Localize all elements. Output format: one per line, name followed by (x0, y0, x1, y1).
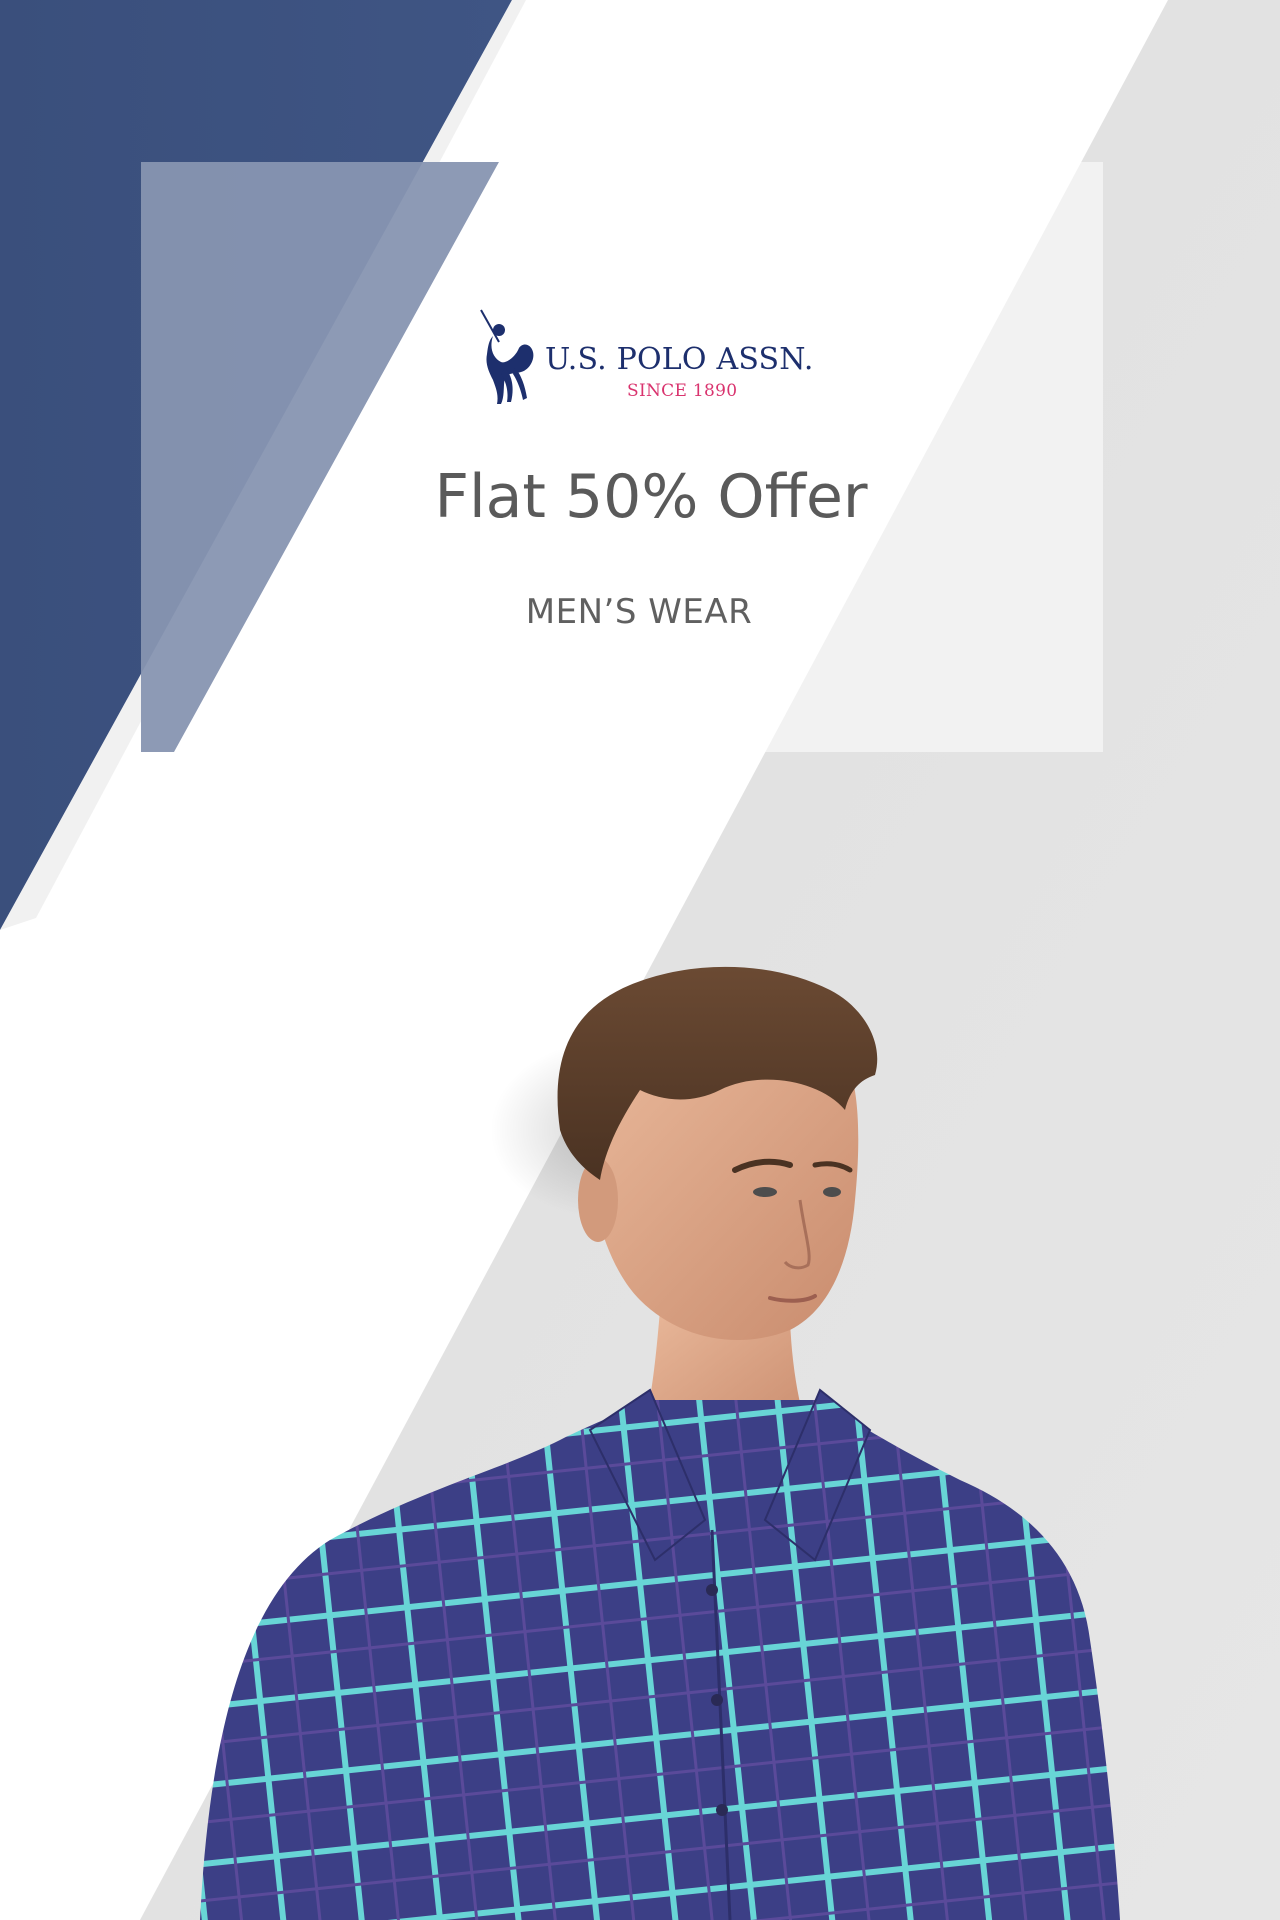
promo-banner: U.S. POLO ASSN. SINCE 1890 Flat 50% Offe… (0, 0, 1280, 1920)
model-photo (200, 966, 1120, 1920)
brand-since: SINCE 1890 (627, 381, 738, 401)
offer-headline: Flat 50% Offer (434, 462, 868, 532)
brand-logo: U.S. POLO ASSN. SINCE 1890 (475, 308, 835, 408)
polo-player-icon (480, 309, 534, 404)
brand-name: U.S. POLO ASSN. (545, 342, 814, 377)
offer-category: MEN’S WEAR (525, 592, 753, 632)
